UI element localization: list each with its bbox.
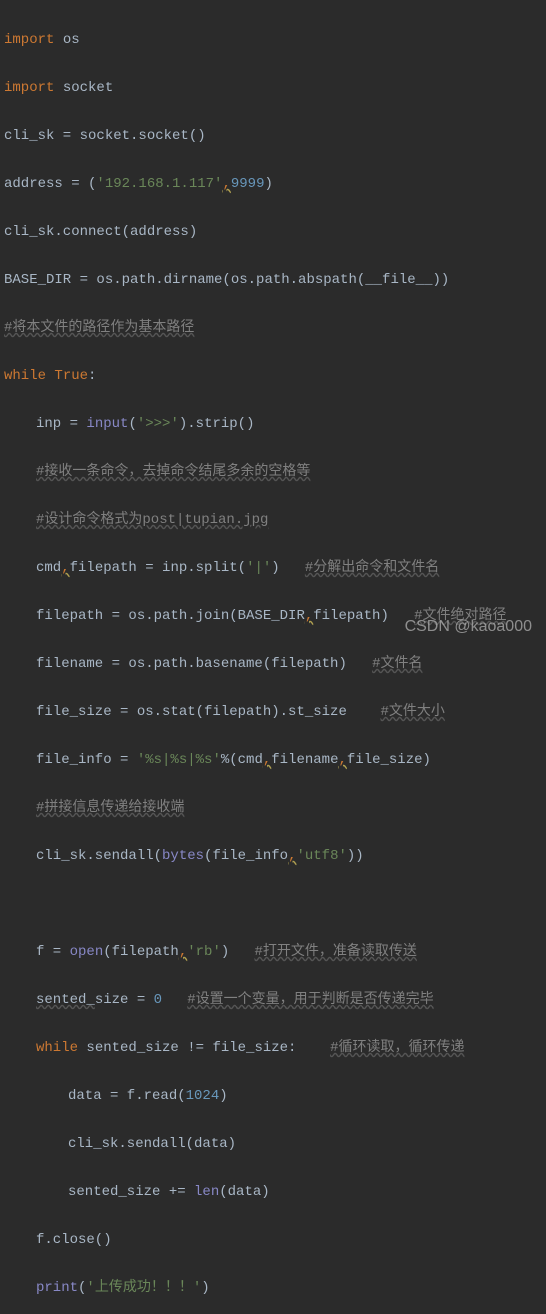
code-line: #设计命令格式为post|tupian.jpg [4,508,546,532]
code-line [4,892,546,916]
code-line: filename = os.path.basename(filepath) #文… [4,652,546,676]
code-line: import os [4,28,546,52]
code-line: address = ('192.168.1.117',9999) [4,172,546,196]
code-line: f = open(filepath,'rb') #打开文件，准备读取传送 [4,940,546,964]
code-editor[interactable]: import os import socket cli_sk = socket.… [0,0,546,1314]
code-line: BASE_DIR = os.path.dirname(os.path.abspa… [4,268,546,292]
code-line: while sented_size != file_size: #循环读取，循环… [4,1036,546,1060]
code-line: sented_size = 0 #设置一个变量，用于判断是否传递完毕 [4,988,546,1012]
code-line: filepath = os.path.join(BASE_DIR,filepat… [4,604,546,628]
code-line: cli_sk.sendall(data) [4,1132,546,1156]
code-line: while True: [4,364,546,388]
code-line: file_info = '%s|%s|%s'%(cmd,filename,fil… [4,748,546,772]
code-line: print('上传成功！！！') [4,1276,546,1300]
code-line: #拼接信息传递给接收端 [4,796,546,820]
code-line: #接收一条命令，去掉命令结尾多余的空格等 [4,460,546,484]
code-line: f.close() [4,1228,546,1252]
code-line: cmd,filepath = inp.split('|') #分解出命令和文件名 [4,556,546,580]
code-line: file_size = os.stat(filepath).st_size #文… [4,700,546,724]
code-line: #将本文件的路径作为基本路径 [4,316,546,340]
code-line: cli_sk.sendall(bytes(file_info,'utf8')) [4,844,546,868]
code-line: data = f.read(1024) [4,1084,546,1108]
code-line: cli_sk.connect(address) [4,220,546,244]
code-line: sented_size += len(data) [4,1180,546,1204]
code-line: inp = input('>>>').strip() [4,412,546,436]
code-line: import socket [4,76,546,100]
code-line: cli_sk = socket.socket() [4,124,546,148]
